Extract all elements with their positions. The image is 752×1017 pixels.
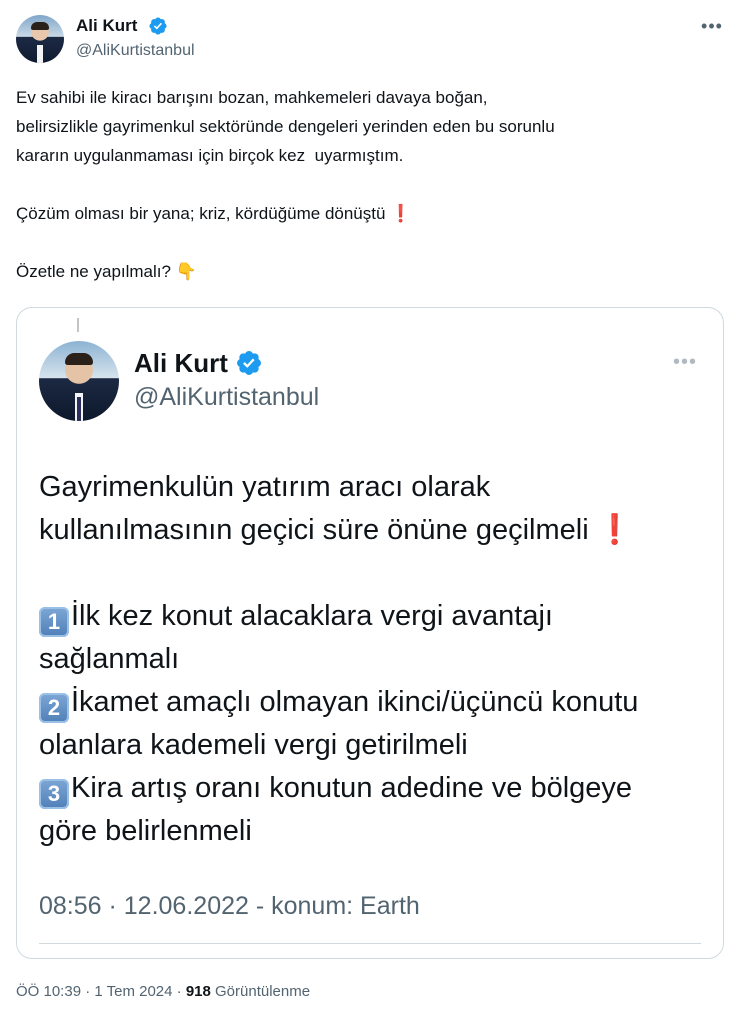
views-label: Görüntülenme: [210, 983, 311, 1000]
keycap-number-icon: 3: [39, 779, 69, 809]
avatar-hair: [31, 22, 49, 30]
author-handle[interactable]: @AliKurtistanbul: [76, 41, 195, 61]
quoted-line: Gayrimenkulün yatırım aracı olarak: [39, 471, 491, 503]
tweet-line: Özetle ne yapılmalı? 👇: [16, 257, 726, 286]
quoted-line: kullanılmasının geçici süre önüne geçilm…: [39, 509, 709, 552]
more-options-icon: •••: [672, 351, 697, 373]
list-item-continuation: olanlara kademeli vergi getirilmeli: [39, 729, 468, 761]
more-options-icon[interactable]: •••: [700, 16, 724, 36]
exclamation-emoji-icon: ❗: [596, 514, 633, 546]
list-item-text: İkamet amaçlı olmayan ikinci/üçüncü konu…: [71, 686, 639, 718]
author-name[interactable]: Ali Kurt: [76, 16, 137, 36]
list-item-continuation: sağlanmalı: [39, 643, 180, 675]
quoted-author-handle: @AliKurtistanbul: [134, 383, 320, 411]
quoted-avatar: [39, 341, 119, 421]
verified-badge-icon: [237, 351, 261, 375]
avatar-shirt: [37, 45, 43, 63]
keycap-number-icon: 1: [39, 607, 69, 637]
avatar-tie: [77, 397, 81, 421]
tweet-line: Çözüm olması bir yana; kriz, kördüğüme d…: [16, 199, 726, 228]
list-item-continuation: göre belirlenmeli: [39, 815, 252, 847]
tweet: Ali Kurt @AliKurtistanbul ••• Ev sahibi …: [0, 0, 752, 1017]
list-item-text: Kira artış oranı konutun adedine ve bölg…: [71, 772, 633, 804]
pointing-down-emoji-icon: 👇: [175, 262, 197, 281]
list-item: 3 Kira artış oranı konutun adedine ve böl…: [39, 767, 709, 810]
list-item-text: İlk kez konut alacaklara vergi avantajı: [71, 600, 553, 632]
tweet-text: Ev sahibi ile kiracı barışını bozan, mah…: [16, 83, 726, 286]
keycap-number-icon: 2: [39, 693, 69, 723]
exclamation-emoji-icon: ❗: [390, 204, 412, 223]
verified-badge-icon: [149, 17, 167, 35]
list-item: 2 İkamet amaçlı olmayan ikinci/üçüncü kon…: [39, 681, 709, 724]
quoted-tweet-card[interactable]: Ali Kurt @AliKurtistanbul ••• Gayrimenku…: [16, 307, 724, 959]
quoted-line-text: kullanılmasının geçici süre önüne geçilm…: [39, 514, 589, 546]
tweet-line-text: Çözüm olması bir yana; kriz, kördüğüme d…: [16, 204, 386, 223]
tweet-line-text: Özetle ne yapılmalı?: [16, 262, 171, 281]
quoted-timestamp: 08:56 · 12.06.2022 - konum: Earth: [39, 892, 420, 920]
quoted-tweet-text: Gayrimenkulün yatırım aracı olarak kulla…: [39, 466, 709, 853]
tweet-line: Ev sahibi ile kiracı barışını bozan, mah…: [16, 88, 488, 107]
tweet-meta: ÖÖ 10:39 · 1 Tem 2024 · 918 Görüntülenme: [16, 982, 310, 1002]
divider: [39, 943, 701, 944]
tweet-line: belirsizlikle gayrimenkul sektöründe den…: [16, 117, 555, 136]
tweet-timestamp[interactable]: ÖÖ 10:39 · 1 Tem 2024 ·: [16, 983, 186, 1000]
avatar-hair: [65, 353, 93, 365]
tweet-line: kararın uygulanmaması için birçok kez uy…: [16, 146, 404, 165]
list-item: 1 İlk kez konut alacaklara vergi avantajı: [39, 595, 709, 638]
views-count: 918: [185, 983, 211, 1000]
quoted-author-name: Ali Kurt: [134, 348, 228, 378]
card-decoration: [77, 318, 79, 332]
author-avatar[interactable]: [16, 15, 64, 63]
